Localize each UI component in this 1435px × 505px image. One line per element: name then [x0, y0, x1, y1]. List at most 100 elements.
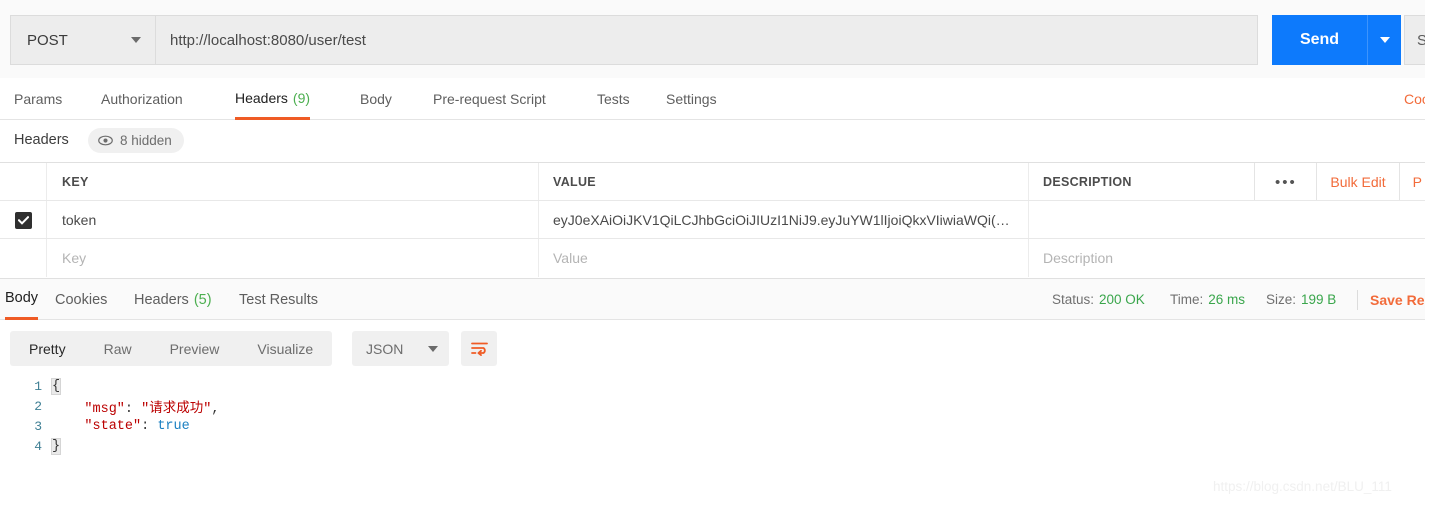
row-checkbox[interactable]: [14, 211, 32, 229]
tab-tests[interactable]: Tests: [597, 78, 630, 120]
word-wrap-icon: [470, 342, 488, 356]
code-text: "msg": "请求成功",: [52, 396, 219, 417]
chevron-down-icon: [131, 37, 141, 43]
column-header-key: KEY: [47, 163, 539, 201]
tab-label: Body: [360, 91, 392, 107]
response-tab-cookies[interactable]: Cookies: [55, 279, 107, 320]
body-view-switcher: Pretty Raw Preview Visualize: [10, 331, 333, 366]
url-text: http://localhost:8080/user/test: [170, 31, 366, 49]
table-row[interactable]: token eyJ0eXAiOiJKV1QiLCJhbGciOiJIUzI1Ni…: [0, 200, 1435, 239]
headers-table: KEY VALUE DESCRIPTION ••• Bulk Edit P to…: [0, 162, 1435, 277]
request-tab-bar: Params Authorization Headers (9) Body Pre…: [0, 78, 1435, 120]
size-value: 199 B: [1301, 292, 1337, 307]
tab-count: (9): [292, 89, 311, 106]
select-all-cell: [0, 163, 47, 201]
key-placeholder: Key: [62, 250, 87, 266]
status-metric: Status: 200 OK: [1052, 279, 1145, 320]
send-button[interactable]: Send: [1272, 15, 1367, 65]
method-url-group: POST http://localhost:8080/user/test: [10, 15, 1258, 65]
tab-label: Headers: [235, 89, 288, 106]
tab-label: Settings: [666, 91, 717, 107]
response-tab-headers[interactable]: Headers (5): [134, 279, 212, 320]
body-format-dropdown[interactable]: JSON: [352, 331, 449, 366]
time-value: 26 ms: [1208, 292, 1246, 307]
tab-settings[interactable]: Settings: [666, 78, 717, 120]
column-label: VALUE: [553, 175, 596, 189]
tab-count: (5): [193, 291, 212, 308]
header-value-input[interactable]: eyJ0eXAiOiJKV1QiLCJhbGciOiJIUzI1NiJ9.eyJ…: [539, 201, 1029, 239]
code-text: }: [50, 437, 62, 455]
tab-body[interactable]: Body: [360, 78, 392, 120]
code-line: 2 "msg": "请求成功",: [0, 396, 1435, 417]
time-label: Time:: [1170, 292, 1204, 307]
bulk-edit-button[interactable]: Bulk Edit: [1316, 163, 1398, 201]
json-key: "msg": [84, 401, 125, 417]
column-header-value: VALUE: [539, 163, 1029, 201]
json-key: "state": [84, 418, 142, 434]
tab-label: Body: [5, 290, 39, 306]
word-wrap-button[interactable]: [461, 331, 497, 366]
tab-label: Headers: [134, 291, 189, 308]
json-value: true: [157, 418, 190, 434]
vertical-scrollbar[interactable]: [1425, 0, 1435, 505]
new-header-key-input[interactable]: Key: [47, 239, 539, 277]
time-metric: Time: 26 ms: [1170, 279, 1245, 320]
headers-table-actions: ••• Bulk Edit P: [1254, 163, 1435, 201]
postman-window: POST http://localhost:8080/user/test Sen…: [0, 0, 1435, 505]
code-text: {: [50, 377, 62, 395]
header-key-input[interactable]: token: [47, 201, 539, 239]
save-response-button[interactable]: Save Res: [1370, 279, 1432, 320]
size-metric: Size: 199 B: [1266, 279, 1336, 320]
tab-label: Pre-request Script: [433, 91, 546, 107]
more-options-icon[interactable]: •••: [1254, 163, 1316, 201]
tab-pre-request-script[interactable]: Pre-request Script: [433, 78, 546, 120]
tab-authorization[interactable]: Authorization: [101, 78, 183, 120]
tab-label: Test Results: [239, 291, 318, 308]
code-text: "state": true: [52, 418, 190, 434]
divider: [1357, 290, 1358, 310]
response-tab-test-results[interactable]: Test Results: [239, 279, 318, 320]
table-header-row: KEY VALUE DESCRIPTION ••• Bulk Edit P: [0, 162, 1435, 201]
value-placeholder: Value: [553, 250, 588, 266]
view-raw-button[interactable]: Raw: [85, 331, 151, 366]
view-visualize-button[interactable]: Visualize: [238, 331, 332, 366]
url-input[interactable]: http://localhost:8080/user/test: [155, 15, 1258, 65]
json-colon: :: [124, 401, 142, 417]
hidden-headers-label: 8 hidden: [120, 133, 172, 148]
line-number: 1: [34, 378, 42, 394]
http-method-dropdown[interactable]: POST: [10, 15, 155, 65]
line-number: 2: [34, 398, 42, 414]
response-tab-bar: Body Cookies Headers (5) Test Results Sta…: [0, 278, 1435, 320]
send-group: Send: [1272, 15, 1401, 65]
view-preview-button[interactable]: Preview: [151, 331, 239, 366]
column-label: DESCRIPTION: [1043, 175, 1132, 189]
header-value-text: eyJ0eXAiOiJKV1QiLCJhbGciOiJIUzI1NiJ9.eyJ…: [553, 212, 1010, 228]
send-options-button[interactable]: [1367, 15, 1401, 65]
header-description-input[interactable]: [1029, 201, 1435, 239]
table-row[interactable]: Key Value Description: [0, 238, 1435, 277]
body-format-label: JSON: [366, 340, 404, 357]
tab-params[interactable]: Params: [14, 78, 62, 120]
check-icon: [17, 215, 29, 225]
headers-subbar: Headers: [0, 120, 1435, 162]
new-header-description-input[interactable]: Description: [1029, 239, 1435, 277]
json-colon: :: [141, 418, 158, 434]
eye-icon: [98, 135, 113, 146]
code-line: 4 }: [0, 436, 1435, 456]
new-header-value-input[interactable]: Value: [539, 239, 1029, 277]
view-pretty-button[interactable]: Pretty: [10, 331, 85, 366]
http-method-label: POST: [27, 31, 68, 49]
tab-headers[interactable]: Headers (9): [235, 78, 311, 120]
line-number: 3: [34, 418, 42, 434]
tab-label: Tests: [597, 91, 630, 107]
row-enabled-cell: [0, 239, 47, 277]
response-tab-body[interactable]: Body: [5, 279, 39, 320]
size-label: Size:: [1266, 292, 1297, 307]
request-url-bar: POST http://localhost:8080/user/test Sen…: [0, 0, 1435, 78]
hidden-headers-toggle[interactable]: 8 hidden: [88, 128, 184, 153]
tab-label: Params: [14, 91, 63, 107]
status-value: 200 OK: [1099, 292, 1145, 307]
chevron-down-icon: [1379, 37, 1390, 43]
headers-section-title: Headers: [14, 132, 69, 148]
tab-label: Authorization: [101, 91, 183, 107]
